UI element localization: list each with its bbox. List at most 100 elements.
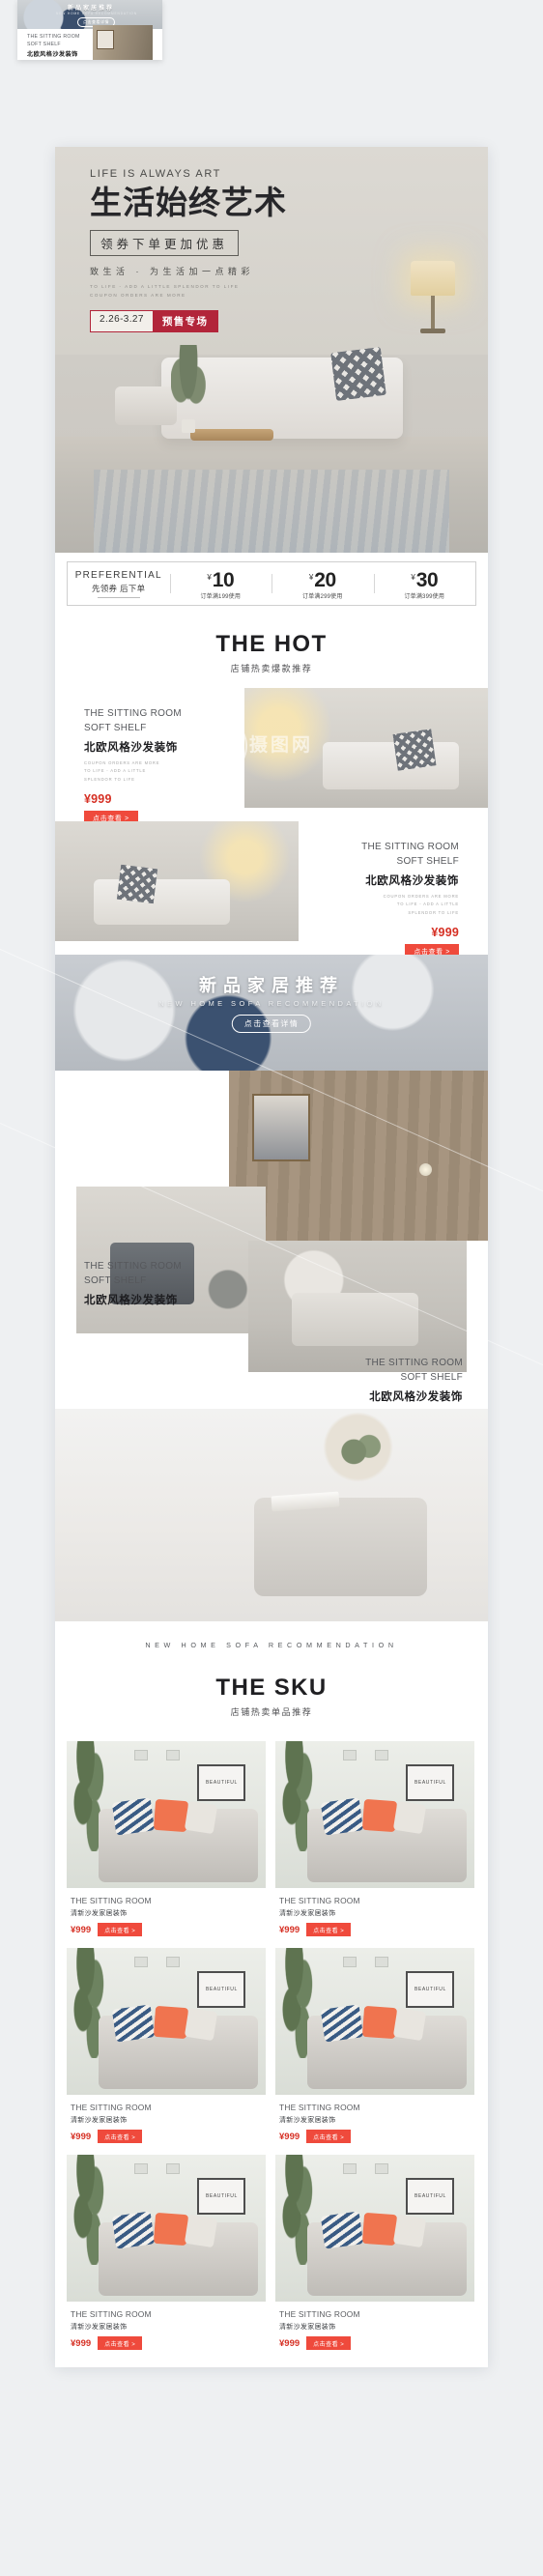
sku-card-cn: 清新沙发家居装饰 — [279, 2324, 336, 2331]
hot-product-1-en2: SOFT SHELF — [84, 722, 147, 733]
sku-card[interactable]: BEAUTIFUL THE SITTING ROOM 清新沙发家居装饰 ¥999… — [67, 2155, 266, 2352]
sku-card[interactable]: BEAUTIFUL THE SITTING ROOM 清新沙发家居装饰 ¥999… — [67, 1741, 266, 1938]
sku-wall-frame-small-2 — [375, 1957, 388, 1968]
hot-product-2-tiny-2: TO LIFE - ADD A LITTLE — [396, 902, 459, 907]
hot-product-2-tiny: COUPON ORDERS ARE MORE TO LIFE - ADD A L… — [316, 893, 459, 917]
sku-card-button[interactable]: 点击查看 > — [306, 1923, 352, 1936]
sku-cushion-beige — [184, 2007, 217, 2041]
sku-card-caption: THE SITTING ROOM 清新沙发家居装饰 ¥999 点击查看 > — [67, 2095, 266, 2145]
sku-card-caption: THE SITTING ROOM 清新沙发家居装饰 ¥999 点击查看 > — [275, 2095, 474, 2145]
lamp-base — [420, 329, 445, 333]
hero-slogan: 致生活 · 为生活加一点精彩 — [90, 266, 254, 276]
sku-card-button[interactable]: 点击查看 > — [98, 2130, 143, 2143]
new-home-banner[interactable]: 新品家居推荐 NEW HOME SOFA RECOMMENDATION 点击查看… — [55, 955, 488, 1071]
hero-small-line-2: COUPON ORDERS ARE MORE — [90, 292, 186, 298]
sku-card-caption: THE SITTING ROOM 清新沙发家居装饰 ¥999 点击查看 > — [275, 2302, 474, 2352]
hero-date-badge[interactable]: 2.26-3.27 预售专场 — [90, 310, 219, 333]
sku-cushion-striped — [321, 2004, 364, 2043]
white-sofa-plant — [340, 1434, 384, 1479]
sku-card-image[interactable]: BEAUTIFUL — [67, 1948, 266, 2095]
sku-card-caption: THE SITTING ROOM 清新沙发家居装饰 ¥999 点击查看 > — [67, 1888, 266, 1938]
sku-cushion-orange — [153, 2005, 188, 2039]
coupon-condition-2: 订单满299使用 — [301, 594, 343, 600]
hero-copy-block: LIFE IS ALWAYS ART 生活始终艺术 领券下单更加优惠 致生活 ·… — [90, 168, 287, 333]
hot-product-row-1[interactable]: THE SITTING ROOM SOFT SHELF 北欧风格沙发装饰 COU… — [55, 688, 488, 827]
white-sofa-chair — [254, 1498, 428, 1596]
coupon-bar: PREFERENTIAL 先领券 后下单 ¥ 10 订单满199使用 ¥ 20 … — [67, 561, 476, 606]
sku-cushion-striped — [321, 1797, 364, 1836]
sku-card-image[interactable]: BEAUTIFUL — [275, 1948, 474, 2095]
sku-card-cn: 清新沙发家居装饰 — [279, 2117, 336, 2124]
coupon-item-3[interactable]: ¥ 30 订单满399使用 — [373, 567, 476, 600]
hot-product-2-en2: SOFT SHELF — [396, 855, 459, 867]
sku-card-button[interactable]: 点击查看 > — [306, 2130, 352, 2143]
sku-card-button[interactable]: 点击查看 > — [98, 2336, 143, 2350]
preview-card-image — [93, 25, 153, 60]
preview-banner-subtitle: NEW HOME SOFA RECOMMENDATION — [56, 12, 137, 15]
sku-picture-frame: BEAUTIFUL — [406, 2178, 455, 2216]
sku-wall-frame-small-2 — [375, 1750, 388, 1761]
coupon-item-1[interactable]: ¥ 10 订单满199使用 — [169, 567, 272, 600]
hot-product-2-tiny-1: COUPON ORDERS ARE MORE — [383, 894, 459, 899]
ecommerce-landing-page: 新品家居推荐 NEW HOME SOFA RECOMMENDATION 点击查看… — [0, 0, 543, 2576]
sku-card-button[interactable]: 点击查看 > — [306, 2336, 352, 2350]
sku-cushion-striped — [112, 2211, 156, 2249]
coupon-currency-1: ¥ — [207, 573, 212, 582]
hero-small-line-1: TO LIFE - ADD A LITTLE SPLENDOR TO LIFE — [90, 283, 240, 289]
hot-product-2-image[interactable] — [55, 821, 299, 941]
mid-card-block: THE SITTING ROOM SOFT SHELF 北欧风格沙发装饰 THE… — [55, 1071, 488, 1409]
new-home-banner-button[interactable]: 点击查看详情 — [231, 1015, 312, 1033]
sku-cushion-beige — [184, 1800, 217, 1834]
coupon-divider-line — [97, 596, 140, 598]
hot-product-1-tiny: COUPON ORDERS ARE MORE TO LIFE - ADD A L… — [84, 759, 227, 784]
sku-card-cn: 清新沙发家居装饰 — [71, 2324, 128, 2331]
sku-card-image[interactable]: BEAUTIFUL — [275, 1741, 474, 1888]
hot-product-row-2[interactable]: THE SITTING ROOM SOFT SHELF 北欧风格沙发装饰 COU… — [55, 821, 488, 960]
sku-card-image[interactable]: BEAUTIFUL — [67, 1741, 266, 1888]
sku-card-image[interactable]: BEAUTIFUL — [275, 2155, 474, 2302]
sku-card[interactable]: BEAUTIFUL THE SITTING ROOM 清新沙发家居装饰 ¥999… — [67, 1948, 266, 2145]
sku-frame-text: BEAUTIFUL — [205, 1987, 238, 1993]
hero-banner: LIFE IS ALWAYS ART 生活始终艺术 领券下单更加优惠 致生活 ·… — [55, 147, 488, 553]
sku-wall-frame-small-1 — [134, 2163, 149, 2175]
hero-date-range: 2.26-3.27 — [91, 311, 153, 332]
hot-product-1-image[interactable] — [244, 688, 488, 808]
hot-product-1-en1: THE SITTING ROOM — [84, 708, 182, 719]
hero-small-text: TO LIFE - ADD A LITTLE SPLENDOR TO LIFE … — [90, 283, 287, 300]
hot-product-1-tiny-1: COUPON ORDERS ARE MORE — [84, 760, 160, 765]
hot-product-1-tiny-3: SPLENDOR TO LIFE — [84, 776, 135, 782]
sku-card[interactable]: BEAUTIFUL THE SITTING ROOM 清新沙发家居装饰 ¥999… — [275, 2155, 474, 2352]
hot-product-2-photo — [55, 821, 299, 941]
mid-card-2-image[interactable] — [248, 1241, 467, 1372]
coupon-currency-3: ¥ — [411, 573, 415, 582]
section-strip-subtitle: NEW HOME SOFA RECOMMENDATION — [145, 1641, 398, 1649]
coupon-value-2: 20 — [314, 569, 336, 591]
sku-card-image[interactable]: BEAUTIFUL — [67, 2155, 266, 2302]
preview-card-en-line1: THE SITTING ROOM — [27, 34, 80, 40]
sku-cushion-beige — [392, 1800, 426, 1834]
hero-chair — [115, 386, 177, 425]
sku-card[interactable]: BEAUTIFUL THE SITTING ROOM 清新沙发家居装饰 ¥999… — [275, 1741, 474, 1938]
sku-cushion-orange — [361, 2212, 397, 2246]
sku-wall-frame-small-1 — [134, 1750, 149, 1761]
preview-card-en-line2: SOFT SHELF — [27, 42, 61, 47]
preview-thumbnail-card[interactable]: 新品家居推荐 NEW HOME SOFA RECOMMENDATION 点击查看… — [17, 0, 162, 60]
sku-card-price-row: ¥999 点击查看 > — [71, 1923, 262, 1936]
sku-card[interactable]: BEAUTIFUL THE SITTING ROOM 清新沙发家居装饰 ¥999… — [275, 1948, 474, 2145]
coupon-item-2[interactable]: ¥ 20 订单满299使用 — [272, 567, 374, 600]
new-home-banner-subtitle: NEW HOME SOFA RECOMMENDATION — [158, 999, 385, 1008]
sku-card-price: ¥999 — [279, 2337, 300, 2349]
mid-card-1-en2: SOFT SHELF — [84, 1274, 147, 1286]
sku-wall-frame-small-1 — [134, 1957, 149, 1968]
hot-product-1-text: THE SITTING ROOM SOFT SHELF 北欧风格沙发装饰 COU… — [55, 688, 244, 827]
coupon-condition-1: 订单满199使用 — [200, 594, 242, 600]
sku-picture-frame: BEAUTIFUL — [197, 1764, 246, 1802]
sku-cushion-striped — [112, 2004, 156, 2043]
hot-product-2-tiny-3: SPLENDOR TO LIFE — [408, 909, 459, 915]
sku-card-button[interactable]: 点击查看 > — [98, 1923, 143, 1936]
sku-section-heading: THE SKU 店铺热卖单品推荐 — [55, 1649, 488, 1732]
sku-card-price-row: ¥999 点击查看 > — [71, 2130, 262, 2143]
sku-picture-frame: BEAUTIFUL — [197, 2178, 246, 2216]
mid-card-2-en2: SOFT SHELF — [400, 1371, 463, 1383]
coupon-condition-3: 订单满399使用 — [404, 594, 445, 600]
